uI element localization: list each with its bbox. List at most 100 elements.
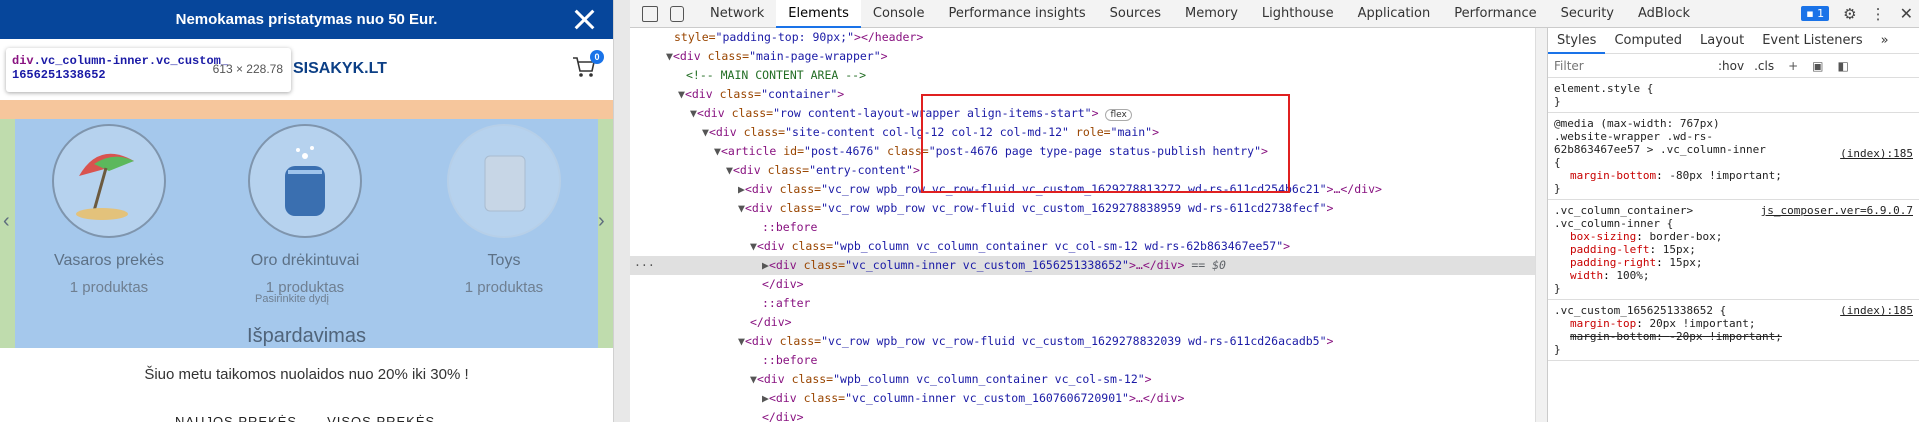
dom-node[interactable]: </div> (630, 408, 1535, 422)
tab-new-products[interactable]: NAUJOS PREKĖS (175, 414, 297, 422)
more-tabs-icon[interactable]: » (1872, 28, 1898, 54)
category-item[interactable]: Vasaros prekės 1 produktas (29, 124, 189, 296)
media-query: @media (max-width: 767px) (1554, 117, 1720, 130)
css-property[interactable]: padding-right: 15px; (1554, 256, 1913, 269)
tab-event-listeners[interactable]: Event Listeners (1753, 28, 1871, 54)
tab-adblock[interactable]: AdBlock (1626, 0, 1702, 28)
beach-umbrella-icon (52, 124, 166, 238)
margin-highlight (0, 100, 613, 119)
dom-node[interactable]: </div> (630, 275, 1535, 294)
more-options-icon[interactable]: ⋮ (1871, 5, 1886, 23)
dom-pseudo[interactable]: ::before (630, 351, 1535, 370)
filter-input[interactable] (1548, 58, 1708, 73)
tab-network[interactable]: Network (698, 0, 776, 28)
product-tabs: NAUJOS PREKĖS VISOS PREKĖS (175, 414, 465, 422)
tab-performance[interactable]: Performance (1442, 0, 1548, 28)
custom-class-rule[interactable]: .vc_custom_1656251338652 { (index):185 m… (1548, 300, 1919, 361)
css-property[interactable]: box-sizing: border-box; (1554, 230, 1913, 243)
tab-application[interactable]: Application (1346, 0, 1443, 28)
rule-source-link[interactable]: (index):185 (1840, 147, 1913, 160)
page-preview: Nemokamas pristatymas nuo 50 Eur. SISAKY… (0, 0, 613, 422)
dom-node[interactable]: ▼<article id="post-4676" class="post-467… (630, 142, 1535, 161)
category-count: 1 produktas (69, 279, 149, 296)
dom-node[interactable]: ▼<div class="vc_row wpb_row vc_row-fluid… (630, 199, 1535, 218)
chevron-left-icon[interactable]: ‹ (3, 210, 10, 233)
dom-pseudo[interactable]: ::before (630, 218, 1535, 237)
tab-elements[interactable]: Elements (776, 0, 861, 28)
inspect-element-icon[interactable] (642, 5, 658, 22)
rule-selector: .vc_column-inner { (1554, 217, 1674, 230)
dom-pseudo[interactable]: ::after (630, 294, 1535, 313)
inspect-tooltip: div.vc_column-inner.vc_custom_ 165625133… (6, 48, 291, 92)
tab-security[interactable]: Security (1549, 0, 1626, 28)
dom-node[interactable]: </div> (630, 313, 1535, 332)
dom-node[interactable]: ▶<div class="vc_column-inner vc_custom_1… (630, 389, 1535, 408)
css-property[interactable]: padding-left: 15px; (1554, 243, 1913, 256)
column-inner-rule[interactable]: .vc_column_container> js_composer.ver=6.… (1548, 200, 1919, 300)
flex-badge[interactable]: flex (1105, 109, 1132, 121)
hov-toggle[interactable]: :hov (1718, 59, 1744, 73)
gear-icon[interactable]: ⚙ (1843, 5, 1856, 23)
dom-node-selected[interactable]: ··· ▶<div class="vc_column-inner vc_custo… (630, 256, 1535, 275)
css-property[interactable]: margin-bottom: -80px !important; (1554, 169, 1913, 182)
promo-text: Nemokamas pristatymas nuo 50 Eur. (175, 11, 438, 28)
tab-layout[interactable]: Layout (1691, 28, 1753, 54)
media-rule[interactable]: @media (max-width: 767px) .website-wrapp… (1548, 113, 1919, 200)
tab-computed[interactable]: Computed (1605, 28, 1691, 54)
category-name: Toys (487, 252, 521, 269)
dom-node[interactable]: ▼<div class="wpb_column vc_column_contai… (630, 237, 1535, 256)
dom-tree[interactable]: style="padding-top: 90px;"></header> ▼<d… (630, 28, 1535, 422)
rule-source-link[interactable]: js_composer.ver=6.9.0.7 (1761, 204, 1913, 217)
dom-node[interactable]: ▼<div class="row content-layout-wrapper … (630, 104, 1535, 123)
tab-console[interactable]: Console (861, 0, 937, 28)
padding-highlight-right (598, 119, 613, 348)
category-name: Oro drėkintuvai (250, 252, 360, 269)
css-property[interactable]: width: 100%; (1554, 269, 1913, 282)
element-style-rule[interactable]: element.style { } (1548, 78, 1919, 113)
dom-node[interactable]: ▶<div class="vc_row wpb_row vc_row-fluid… (630, 180, 1535, 199)
styles-tab-bar: Styles Computed Layout Event Listeners » (1548, 28, 1919, 54)
dom-node[interactable]: ▼<div class="vc_row wpb_row vc_row-fluid… (630, 332, 1535, 351)
padding-highlight-left (0, 119, 15, 348)
site-logo[interactable]: SISAKYK.LT (293, 60, 387, 78)
chevron-right-icon[interactable]: › (598, 210, 605, 233)
category-item[interactable]: Toys 1 produktas (424, 124, 584, 296)
cls-toggle[interactable]: .cls (1754, 59, 1774, 73)
promo-banner: Nemokamas pristatymas nuo 50 Eur. (0, 0, 613, 39)
tab-lighthouse[interactable]: Lighthouse (1250, 0, 1346, 28)
dom-node[interactable]: ▼<div class="site-content col-lg-12 col-… (630, 123, 1535, 142)
dom-node[interactable]: ▼<div class="entry-content"> (630, 161, 1535, 180)
devtools-actions: ▪ 1 ⚙ ⋮ ✕ (1801, 4, 1913, 23)
dom-node[interactable]: style="padding-top: 90px;"></header> (630, 28, 1535, 47)
rule-source-link[interactable]: (index):185 (1840, 304, 1913, 317)
close-icon[interactable]: ✕ (1900, 4, 1913, 23)
toy-box-icon (447, 124, 561, 238)
styles-filter-bar: :hov .cls + ▣ ◧ (1548, 54, 1919, 78)
tab-sources[interactable]: Sources (1098, 0, 1173, 28)
styles-pane: Styles Computed Layout Event Listeners »… (1547, 28, 1919, 422)
dom-node[interactable]: ▼<div class="main-page-wrapper"> (630, 47, 1535, 66)
close-icon[interactable] (573, 8, 595, 30)
css-property[interactable]: margin-top: 20px !important; (1554, 317, 1913, 330)
dom-node[interactable]: ▼<div class="container"> (630, 85, 1535, 104)
cart-icon[interactable]: 0 (572, 50, 604, 80)
sale-title: Išpardavimas (247, 325, 366, 347)
size-note: Pasirinkite dydį (255, 293, 329, 305)
pane-divider[interactable] (613, 0, 630, 422)
paint-icon[interactable]: ▣ (1812, 59, 1823, 73)
sidebar-toggle-icon[interactable]: ◧ (1838, 59, 1849, 73)
tab-memory[interactable]: Memory (1173, 0, 1250, 28)
tab-styles[interactable]: Styles (1548, 28, 1606, 54)
issues-badge[interactable]: ▪ 1 (1801, 6, 1830, 21)
tab-performance-insights[interactable]: Performance insights (937, 0, 1098, 28)
dom-node[interactable]: ▼<div class="wpb_column vc_column_contai… (630, 370, 1535, 389)
category-count: 1 produktas (464, 279, 544, 296)
device-toolbar-icon[interactable] (670, 5, 684, 22)
new-rule-icon[interactable]: + (1788, 59, 1798, 73)
css-property-overridden[interactable]: margin-bottom: -20px !important; (1554, 330, 1913, 343)
dom-scrollbar[interactable] (1535, 28, 1547, 422)
category-item[interactable]: Oro drėkintuvai 1 produktas (225, 124, 385, 296)
dom-comment[interactable]: <!-- MAIN CONTENT AREA --> (630, 66, 1535, 85)
devtools-panel: Network Elements Console Performance ins… (630, 0, 1919, 422)
tab-all-products[interactable]: VISOS PREKĖS (327, 414, 435, 422)
